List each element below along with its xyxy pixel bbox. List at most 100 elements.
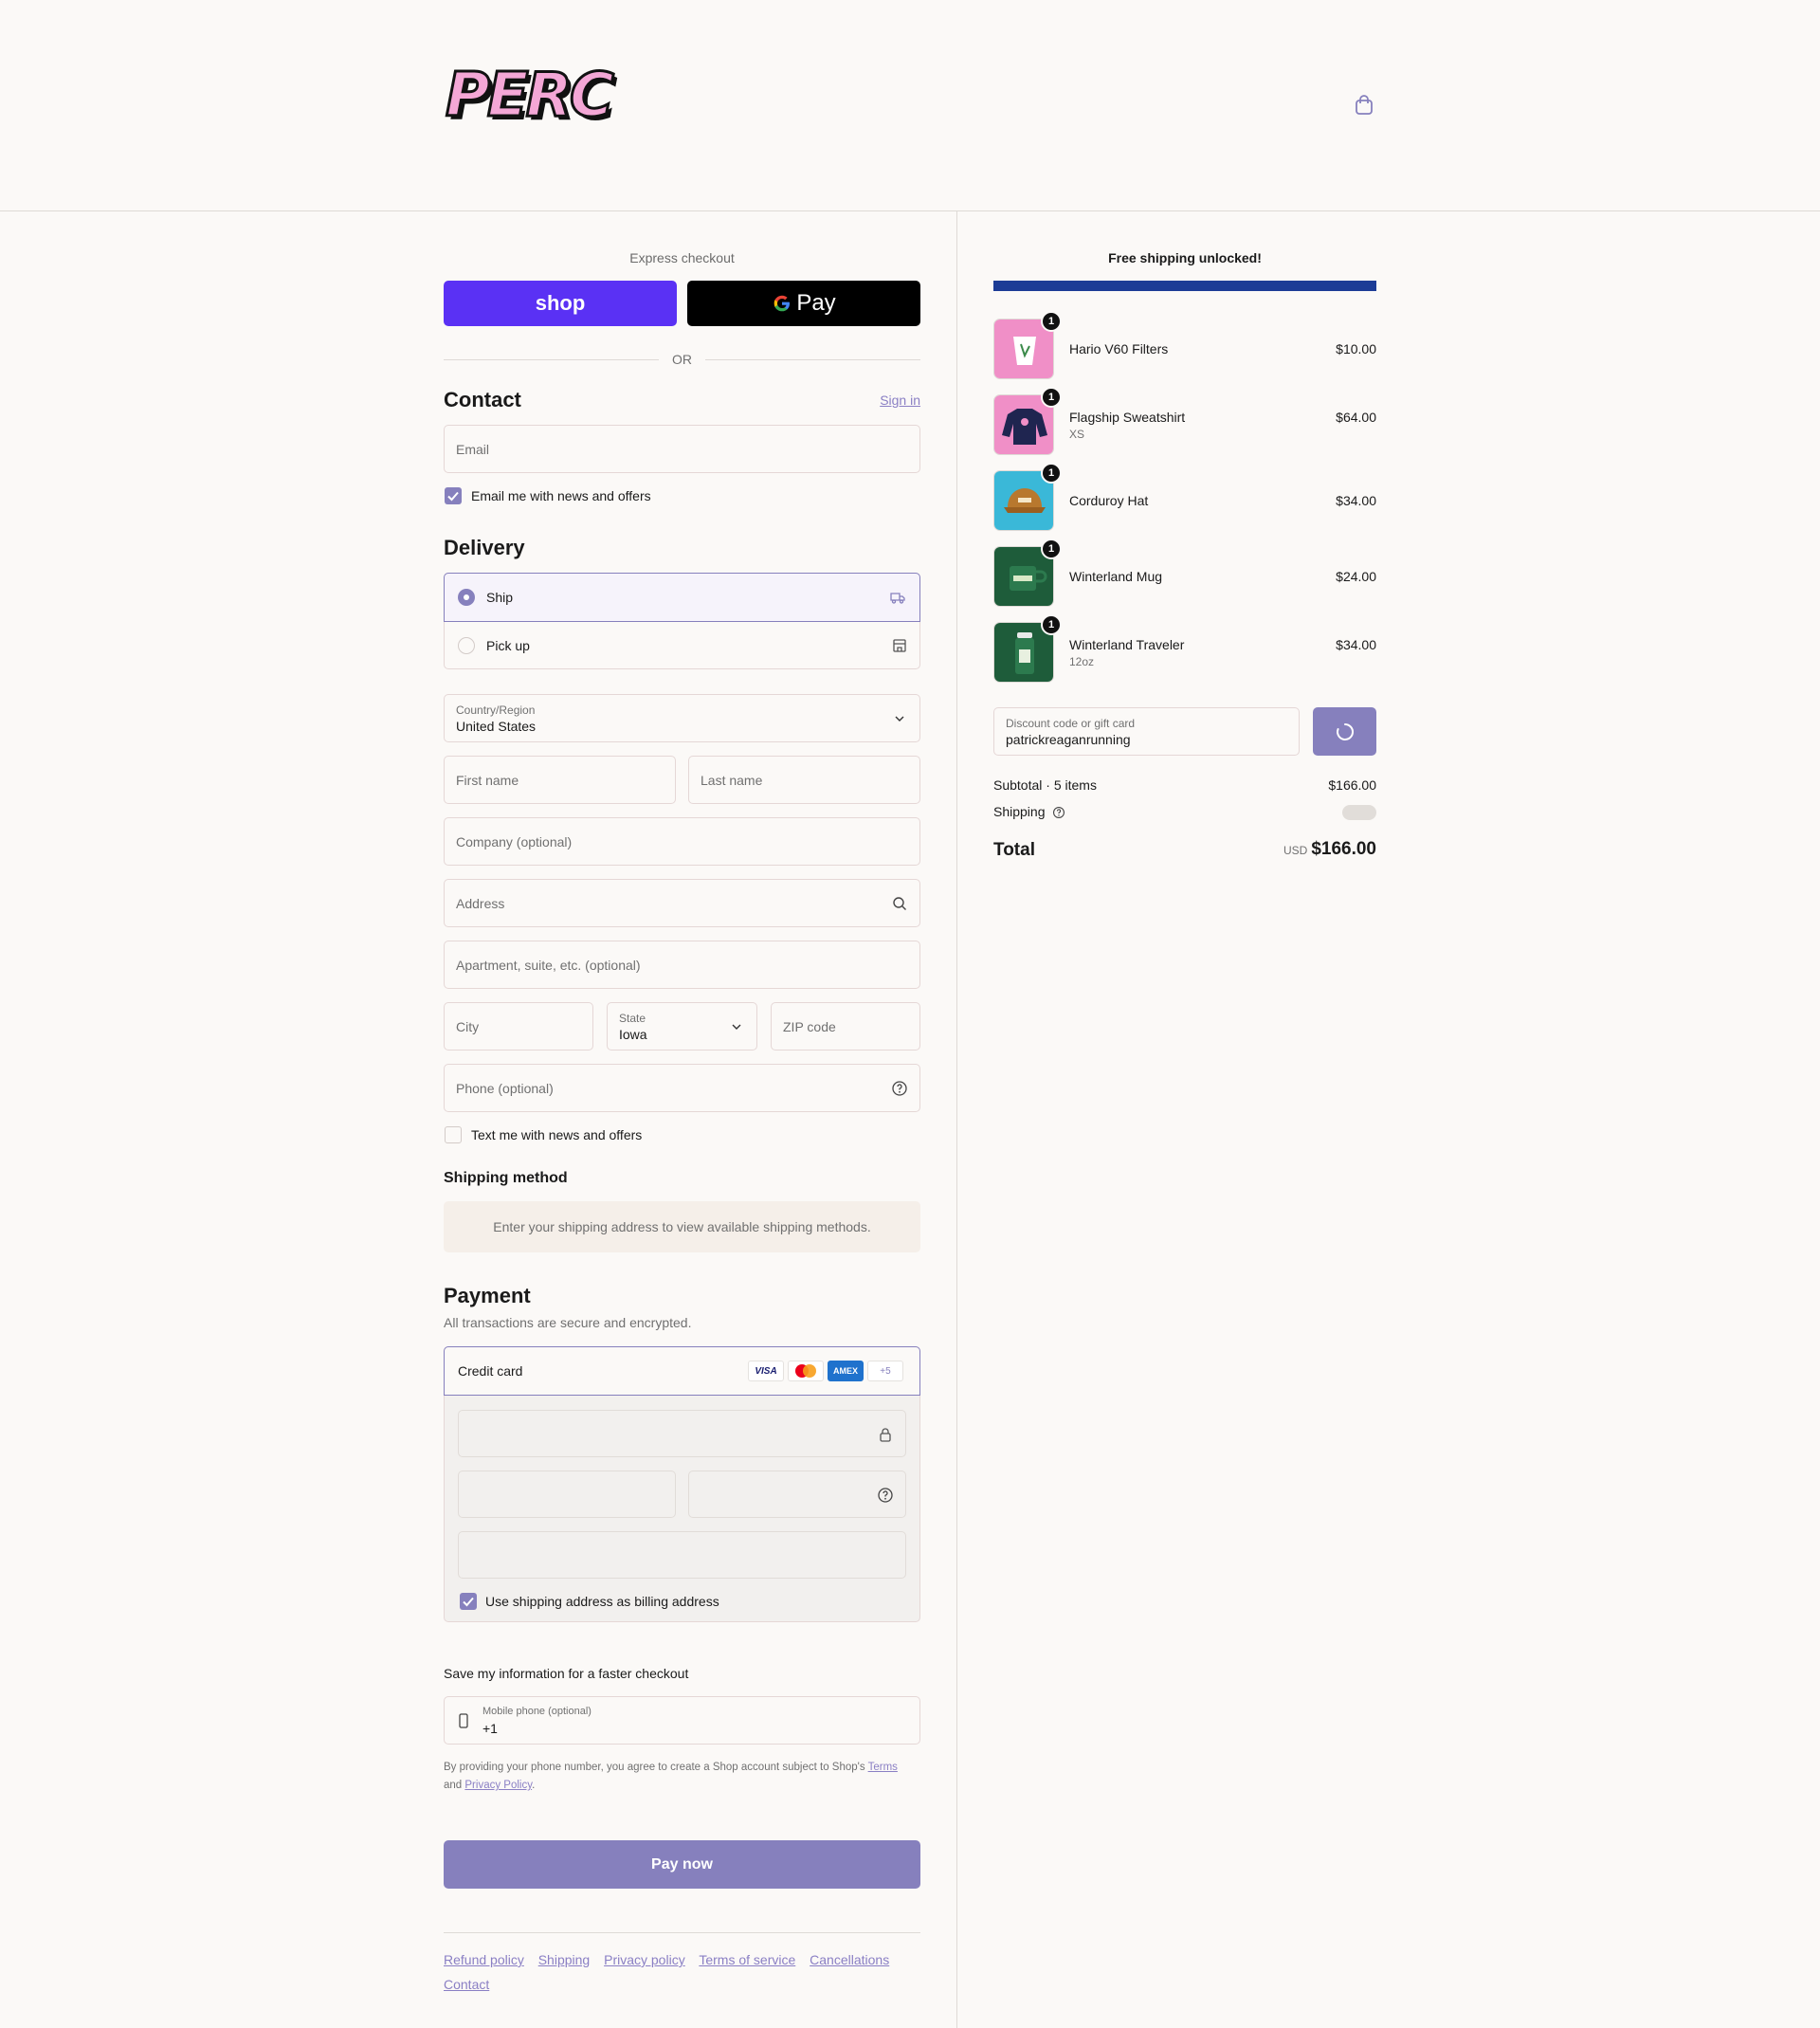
google-g-icon (774, 295, 791, 312)
privacy-policy-link[interactable]: Privacy Policy (464, 1780, 532, 1791)
or-label: OR (672, 352, 692, 367)
amex-badge: AMEX (828, 1361, 864, 1381)
lock-icon (880, 1428, 891, 1442)
delivery-options: Ship Pick up (444, 573, 920, 669)
perc-logo[interactable]: PERC (445, 64, 616, 129)
subtotal-row: Subtotal · 5 items $166.00 (993, 777, 1376, 793)
free-shipping-progress (993, 281, 1376, 291)
total-value: $166.00 (1311, 839, 1376, 859)
cart-button[interactable] (1352, 93, 1376, 118)
zip-field[interactable]: ZIP code (771, 1002, 920, 1051)
truck-icon (890, 593, 905, 604)
quantity-badge: 1 (1041, 614, 1062, 635)
item-name: Winterland Mug (1069, 569, 1163, 584)
company-placeholder: Company (optional) (456, 834, 573, 850)
item-price: $10.00 (1336, 341, 1376, 356)
last-name-field[interactable]: Last name (688, 756, 920, 804)
item-name: Hario V60 Filters (1069, 341, 1169, 356)
payment-subtitle: All transactions are secure and encrypte… (444, 1315, 692, 1330)
company-field[interactable]: Company (optional) (444, 817, 920, 866)
security-code-field[interactable] (688, 1471, 906, 1518)
phone-placeholder: Phone (optional) (456, 1081, 554, 1096)
chevron-down-icon (895, 716, 904, 722)
pickup-radio[interactable] (458, 637, 475, 654)
quantity-badge: 1 (1041, 311, 1062, 332)
ship-label: Ship (486, 590, 514, 605)
loading-spinner-icon (1336, 722, 1354, 740)
shopping-bag-icon (1356, 95, 1373, 115)
name-on-card-field[interactable] (458, 1531, 906, 1579)
phone-disclaimer: By providing your phone number, you agre… (444, 1759, 920, 1795)
help-icon[interactable] (1052, 806, 1065, 819)
billing-checkbox[interactable] (460, 1593, 477, 1610)
line-item: 1 Flagship Sweatshirt XS $64.00 (993, 387, 1376, 455)
disclaimer-and: and (444, 1780, 463, 1791)
address-field[interactable]: Address (444, 879, 920, 927)
terms-of-service-link[interactable]: Terms of service (699, 1952, 795, 1967)
terms-link[interactable]: Terms (868, 1762, 898, 1773)
state-select[interactable]: State Iowa (607, 1002, 757, 1051)
mobile-phone-field[interactable]: Mobile phone (optional) +1 (444, 1696, 920, 1745)
delivery-option-pickup[interactable]: Pick up (445, 622, 921, 670)
pickup-label: Pick up (486, 638, 530, 653)
country-select[interactable]: Country/Region United States (444, 694, 920, 742)
google-pay-button[interactable]: Pay (687, 281, 920, 326)
first-name-field[interactable]: First name (444, 756, 676, 804)
apply-discount-button[interactable] (1313, 707, 1376, 756)
total-label: Total (993, 840, 1035, 860)
city-field[interactable]: City (444, 1002, 593, 1051)
email-field[interactable]: Email (444, 425, 920, 473)
card-number-field[interactable] (458, 1410, 906, 1457)
search-icon (893, 897, 906, 910)
credit-card-option[interactable]: Credit card VISA AMEX +5 (444, 1346, 920, 1396)
news-checkbox[interactable] (445, 487, 462, 504)
payment-box: Credit card VISA AMEX +5 Use shipping ad… (444, 1346, 920, 1622)
mobile-phone-value: +1 (482, 1721, 498, 1736)
shipping-method-message: Enter your shipping address to view avai… (493, 1219, 871, 1234)
mobile-phone-label: Mobile phone (optional) (482, 1706, 592, 1717)
discount-label: Discount code or gift card (1006, 717, 1136, 730)
sign-in-link[interactable]: Sign in (880, 393, 920, 408)
quantity-badge: 1 (1041, 387, 1062, 408)
delivery-option-ship[interactable]: Ship (444, 573, 920, 622)
apartment-field[interactable]: Apartment, suite, etc. (optional) (444, 941, 920, 989)
contact-title: Contact (444, 388, 521, 411)
line-item: 1 Hario V60 Filters $10.00 (993, 311, 1376, 379)
more-cards-badge: +5 (867, 1361, 903, 1381)
privacy-policy-footer-link[interactable]: Privacy policy (604, 1952, 685, 1967)
disclaimer-text: By providing your phone number, you agre… (444, 1762, 865, 1773)
progress-fill (993, 281, 1376, 291)
item-price: $24.00 (1336, 569, 1376, 584)
ship-radio[interactable] (458, 589, 475, 606)
apartment-placeholder: Apartment, suite, etc. (optional) (456, 958, 641, 973)
item-variant: XS (1069, 428, 1085, 441)
footer-divider (444, 1932, 920, 1933)
refund-policy-link[interactable]: Refund policy (444, 1952, 524, 1967)
mastercard-icon (795, 1364, 816, 1378)
line-item: 1 Corduroy Hat $34.00 (993, 463, 1376, 531)
shop-pay-label: shop (535, 291, 586, 315)
visa-badge: VISA (748, 1361, 784, 1381)
checkmark-icon (447, 491, 459, 502)
contact-link[interactable]: Contact (444, 1977, 489, 1992)
shipping-loading-skeleton (1342, 805, 1376, 820)
shipping-link[interactable]: Shipping (538, 1952, 591, 1967)
discount-code-field[interactable]: Discount code or gift card patrickreagan… (993, 707, 1300, 756)
pay-now-button[interactable]: Pay now (444, 1840, 920, 1889)
phone-field[interactable]: Phone (optional) (444, 1064, 920, 1112)
cancellations-link[interactable]: Cancellations (810, 1952, 889, 1967)
expiration-field[interactable] (458, 1471, 676, 1518)
shop-pay-button[interactable]: shop (444, 281, 677, 326)
item-price: $34.00 (1336, 637, 1376, 652)
text-checkbox[interactable] (445, 1126, 462, 1143)
help-icon[interactable] (877, 1487, 894, 1504)
line-item: 1 Winterland Traveler 12oz $34.00 (993, 614, 1376, 683)
shipping-method-notice: Enter your shipping address to view avai… (444, 1201, 920, 1252)
help-icon[interactable] (891, 1080, 908, 1097)
subtotal-value: $166.00 (1328, 777, 1376, 793)
country-value: United States (456, 719, 537, 734)
footer-links: Refund policy Shipping Privacy policy Te… (444, 1947, 920, 1997)
item-variant: 12oz (1069, 655, 1095, 668)
state-value: Iowa (619, 1027, 647, 1042)
first-name-placeholder: First name (456, 773, 519, 788)
